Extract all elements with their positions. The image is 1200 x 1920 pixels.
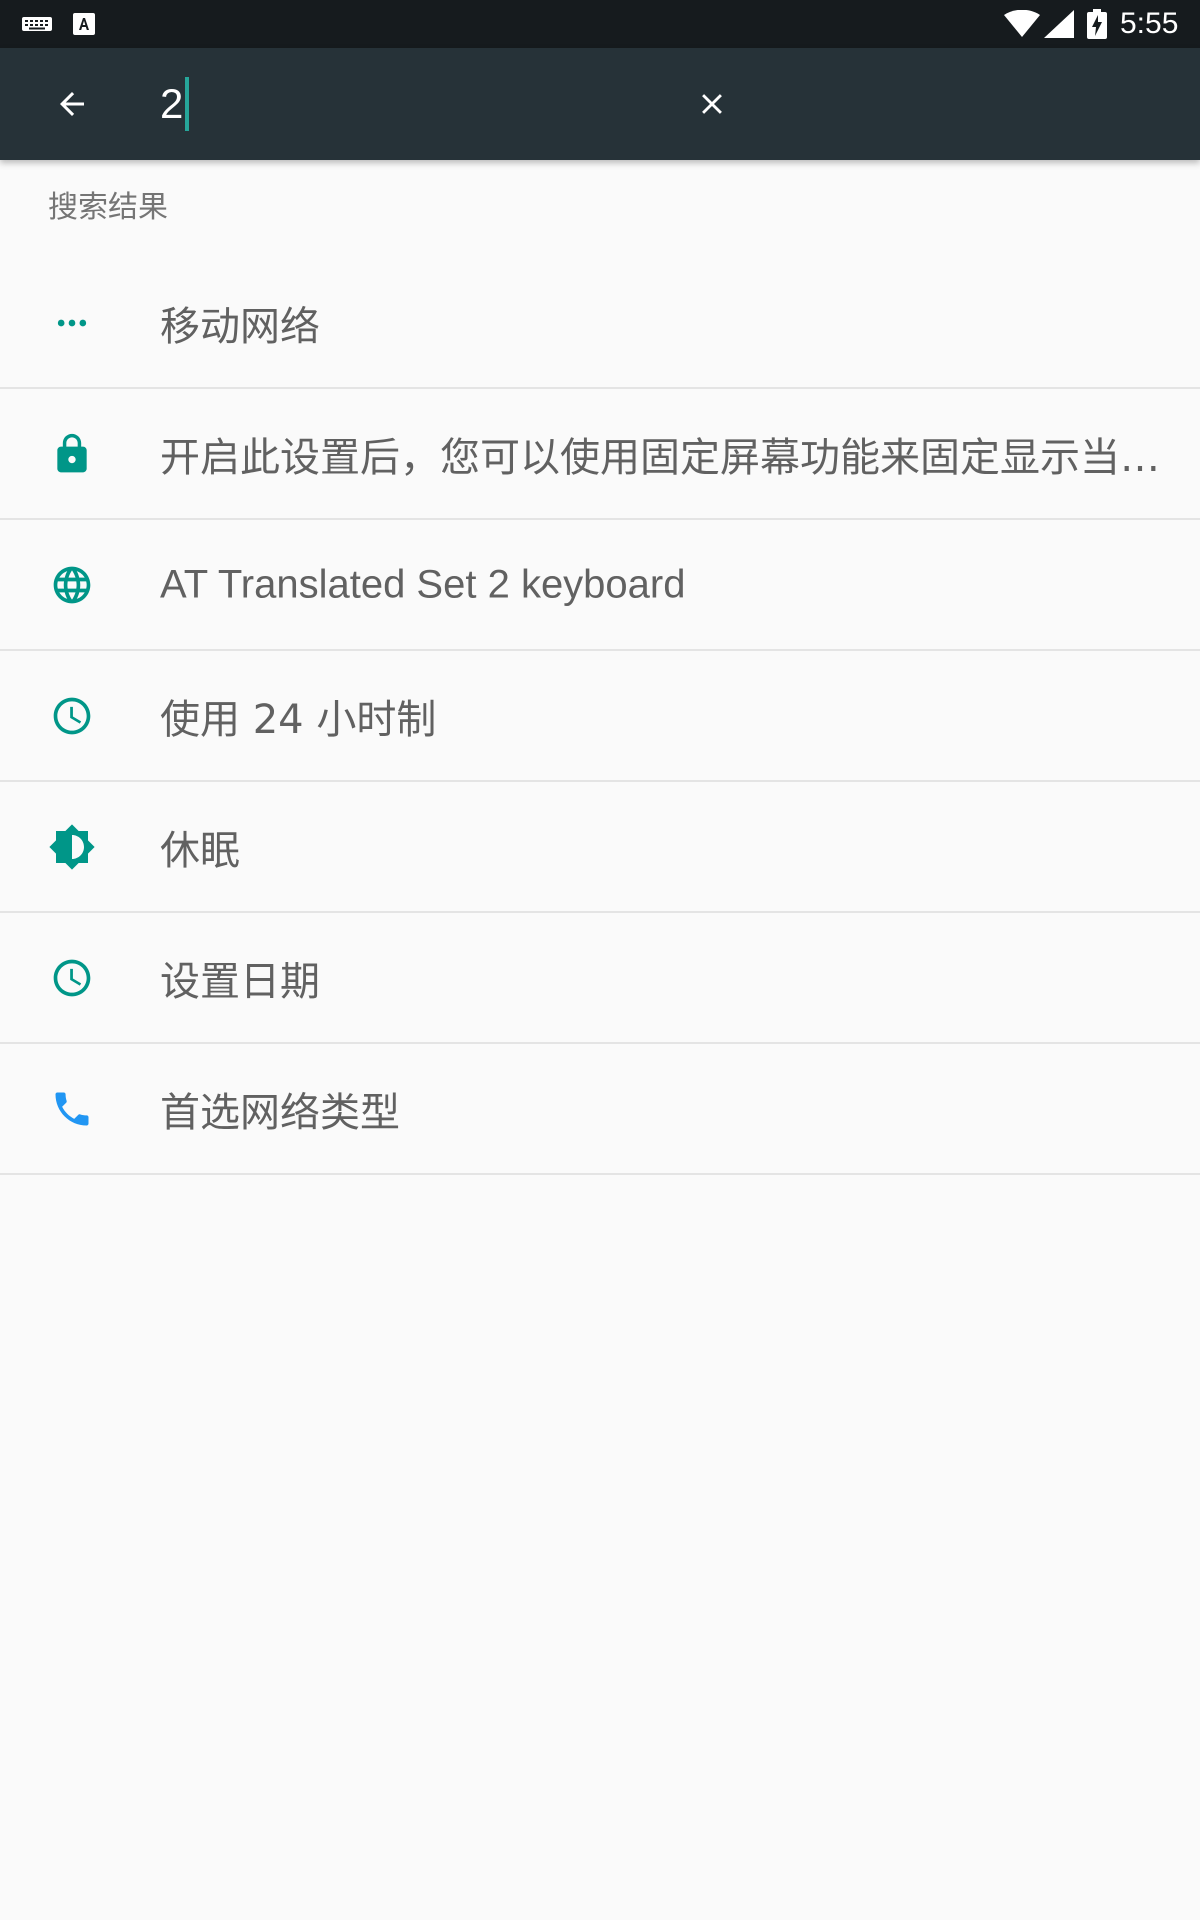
status-bar: 5:55 xyxy=(0,0,1200,48)
brightness-icon xyxy=(48,823,96,871)
result-item-screen-pinning[interactable]: 开启此设置后，您可以使用固定屏幕功能来固定显示当前屏幕 xyxy=(0,389,1200,520)
result-label: 首选网络类型 xyxy=(160,1089,400,1136)
back-button[interactable] xyxy=(40,74,104,134)
result-label: 休眠 xyxy=(160,827,240,874)
wifi-icon xyxy=(1004,10,1040,37)
clock-icon xyxy=(48,954,96,1002)
result-label: 开启此设置后，您可以使用固定屏幕功能来固定显示当前屏幕 xyxy=(160,434,1172,481)
result-item-set-date[interactable]: 设置日期 xyxy=(0,913,1200,1044)
result-label: 使用 24 小时制 xyxy=(160,696,437,743)
globe-icon xyxy=(48,561,96,609)
text-cursor xyxy=(185,77,190,131)
result-item-mobile-network[interactable]: 移动网络 xyxy=(0,258,1200,389)
search-results-list: 移动网络 开启此设置后，您可以使用固定屏幕功能来固定显示当前屏幕 AT Tran… xyxy=(0,258,1200,1175)
result-item-24-hour[interactable]: 使用 24 小时制 xyxy=(0,651,1200,782)
result-item-preferred-network[interactable]: 首选网络类型 xyxy=(0,1044,1200,1175)
keyboard-icon xyxy=(22,17,52,31)
result-label: 移动网络 xyxy=(160,303,320,350)
text-a-icon xyxy=(73,13,95,35)
search-query-text: 2 xyxy=(160,80,184,127)
result-label: 设置日期 xyxy=(160,958,320,1005)
close-icon xyxy=(702,94,722,114)
result-label: AT Translated Set 2 keyboard xyxy=(160,562,686,606)
signal-icon xyxy=(1044,10,1074,38)
clear-search-button[interactable] xyxy=(686,74,738,134)
battery-charging-icon xyxy=(1087,9,1107,39)
clock-icon xyxy=(48,692,96,740)
results-header: 搜索结果 xyxy=(48,190,168,225)
phone-icon xyxy=(48,1085,96,1133)
status-clock: 5:55 xyxy=(1120,7,1179,40)
arrow-back-icon xyxy=(60,92,84,116)
result-item-sleep[interactable]: 休眠 xyxy=(0,782,1200,913)
more-horiz-icon xyxy=(48,299,96,347)
result-item-keyboard[interactable]: AT Translated Set 2 keyboard xyxy=(0,520,1200,651)
search-toolbar: 2 xyxy=(0,48,1200,160)
search-input[interactable]: 2 xyxy=(160,76,680,132)
lock-icon xyxy=(48,430,96,478)
